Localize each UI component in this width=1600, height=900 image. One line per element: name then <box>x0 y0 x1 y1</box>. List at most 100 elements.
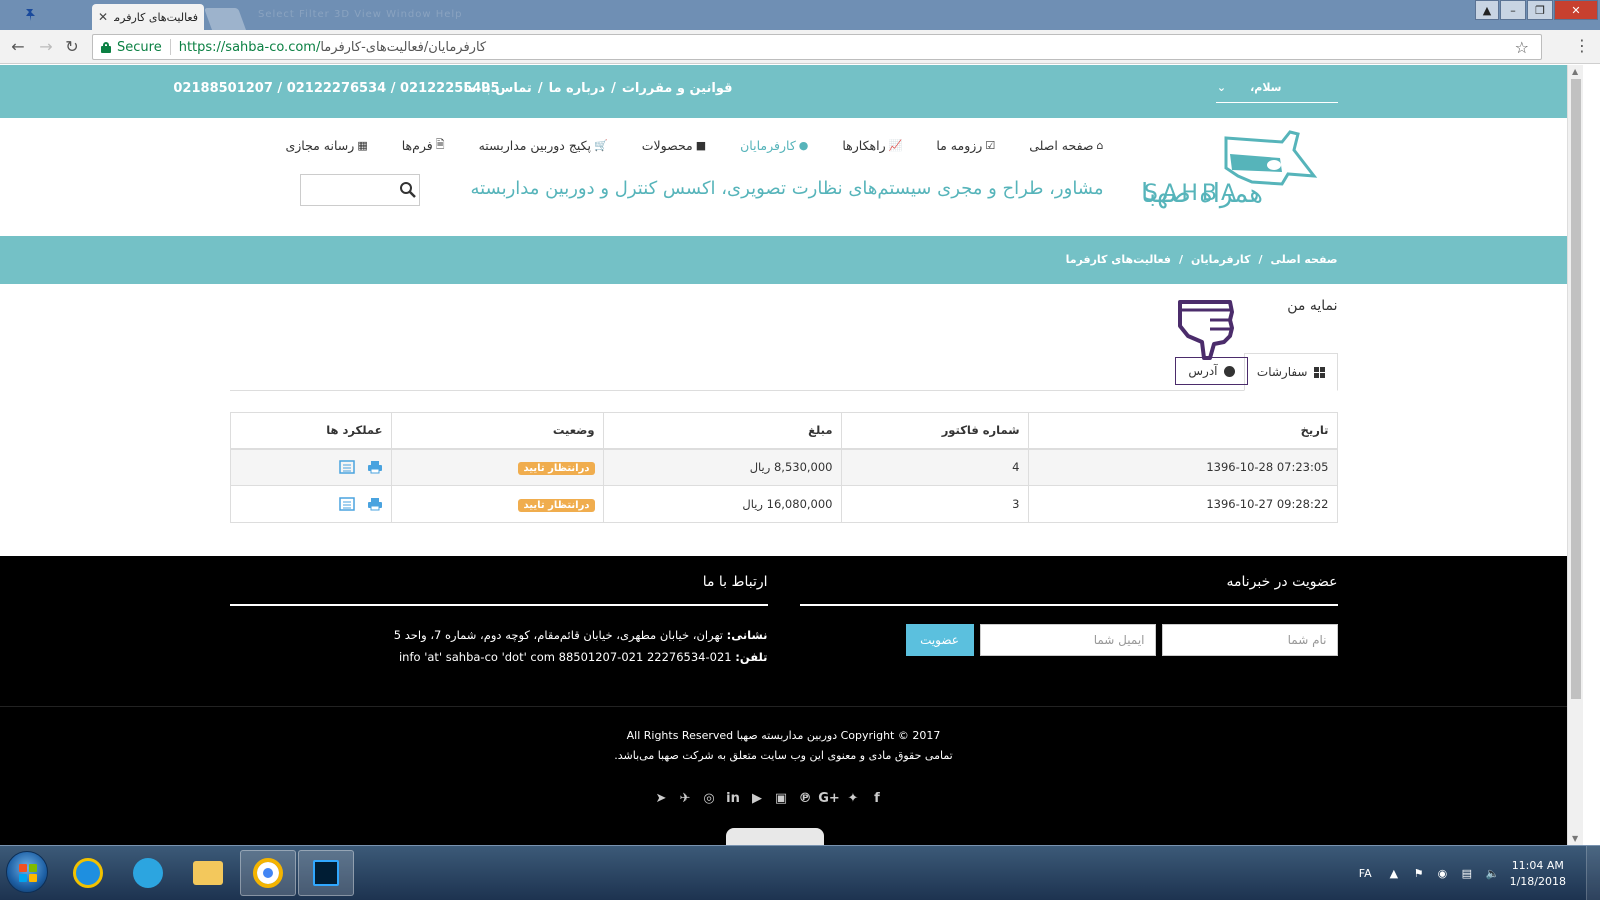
url-input[interactable]: Secure https://sahba-co.com/ کارفرمایان/… <box>92 34 1542 60</box>
address-text: تهران، خیابان مطهری، خیابان قائم‌مقام، ک… <box>393 628 727 642</box>
language-indicator[interactable]: FA <box>1359 867 1372 880</box>
col-amount: مبلغ <box>602 412 842 450</box>
breadcrumb-clients[interactable]: کارفرمایان <box>1191 253 1251 266</box>
antivirus-icon[interactable]: ◉ <box>1438 867 1452 881</box>
tab-orders[interactable]: سفارشات <box>1243 353 1338 391</box>
menu-kebab-icon[interactable]: ⋮ <box>1574 36 1590 55</box>
print-icon[interactable] <box>367 460 383 474</box>
facebook-icon[interactable]: f <box>868 789 886 807</box>
taskbar-ie[interactable] <box>60 850 116 896</box>
pinterest-icon[interactable]: ℗ <box>796 789 814 807</box>
nav-item-forms[interactable]: 🗎 فرم‌ها <box>402 136 445 155</box>
system-tray: FA ▲ ⚑ ◉ ▤ 🔈 11:04 AM 1/18/2018 <box>1359 846 1600 900</box>
grid-icon <box>1313 366 1325 378</box>
cell-status: درانتظار تایید <box>390 485 604 523</box>
nav-item-resume[interactable]: ☑ رزومه ما <box>936 136 995 155</box>
show-desktop-button[interactable] <box>1586 846 1600 900</box>
reload-icon[interactable]: ↻ <box>62 37 82 56</box>
profile-tabs: سفارشات آدرس <box>229 353 1338 391</box>
print-icon[interactable] <box>367 497 383 511</box>
social-links: ➤ ✈ ◎ in ▶ ▣ ℗ G+ ✦ f <box>652 789 886 807</box>
profile-icon[interactable]: ▲ <box>1475 0 1499 20</box>
newsletter-name-input[interactable]: نام شما <box>1161 624 1338 656</box>
search-icon[interactable] <box>397 179 419 201</box>
newsletter-email-input[interactable]: ایمیل شما <box>979 624 1156 656</box>
subscribe-button[interactable]: عضویت <box>905 624 974 656</box>
play-icon[interactable]: ▶ <box>748 789 766 807</box>
back-arrow-icon[interactable]: ← <box>8 37 28 56</box>
link-rules[interactable]: قوانین و مقررات <box>622 81 733 96</box>
link-about[interactable]: درباره ما <box>549 81 606 96</box>
invoice-list-icon[interactable] <box>338 497 355 511</box>
pointing-hand-icon <box>1177 300 1234 360</box>
check-square-icon: ☑ <box>985 139 996 152</box>
send-icon[interactable]: ➤ <box>652 789 670 807</box>
scroll-down-icon[interactable]: ▼ <box>1572 834 1578 843</box>
clock-time: 11:04 AM <box>1511 858 1564 872</box>
tab-close-icon[interactable]: ✕ <box>98 10 108 24</box>
taskbar-telegram[interactable] <box>120 850 176 896</box>
background-app-menu: Select Filter 3D View Window Help <box>258 9 463 20</box>
forward-arrow-icon[interactable]: → <box>36 37 56 56</box>
internet-explorer-icon <box>73 858 103 888</box>
nav-item-clients[interactable]: ● کارفرمایان <box>740 136 808 155</box>
sahba-logo[interactable]: SAHBA همراه صهبا <box>1142 124 1338 214</box>
cell-date: 1396-10-27 09:28:22 <box>1027 485 1338 523</box>
address-label: نشانی: <box>726 628 768 642</box>
minimize-button[interactable]: – <box>1500 0 1526 20</box>
chrome-icon <box>253 858 283 888</box>
invoice-list-icon[interactable] <box>338 460 355 474</box>
cell-invoice: 3 <box>840 485 1029 523</box>
network-icon[interactable]: ▤ <box>1462 867 1476 881</box>
new-tab-button[interactable] <box>203 8 247 30</box>
taskbar-photoshop[interactable] <box>298 850 354 896</box>
browser-tab[interactable]: فعالیت‌های کارفرما ✕ <box>92 4 204 30</box>
taskbar-chrome[interactable] <box>240 850 296 896</box>
phone-label: تلفن: <box>735 650 768 664</box>
status-badge: درانتظار تایید <box>518 498 595 512</box>
nav-item-media[interactable]: ▦ رسانه مجازی <box>285 136 367 155</box>
google-plus-icon[interactable]: G+ <box>818 789 840 807</box>
breadcrumb: صفحه اصلی / کارفرمایان / فعالیت‌های کارف… <box>1065 253 1338 266</box>
close-window-button[interactable]: ✕ <box>1554 0 1598 20</box>
windows-taskbar: FA ▲ ⚑ ◉ ▤ 🔈 11:04 AM 1/18/2018 <box>0 845 1600 900</box>
col-actions: عملکرد ها <box>229 412 392 450</box>
volume-icon[interactable]: 🔈 <box>1486 867 1500 881</box>
nav-item-solutions[interactable]: 📈 راهکارها <box>842 136 902 155</box>
restore-button[interactable]: ❐ <box>1527 0 1553 20</box>
taskbar-explorer[interactable] <box>180 850 236 896</box>
tray-arrow-icon[interactable]: ▲ <box>1390 867 1404 881</box>
chart-icon: 📈 <box>888 139 903 152</box>
nav-item-cctv-package[interactable]: 🛒 پکیج دوربین مداربسته <box>479 136 608 155</box>
breadcrumb-band: صفحه اصلی / کارفرمایان / فعالیت‌های کارف… <box>0 236 1567 284</box>
scroll-up-icon[interactable]: ▲ <box>1572 67 1578 76</box>
twitter-icon[interactable]: ✦ <box>844 789 862 807</box>
scrollbar-thumb[interactable] <box>1571 79 1581 699</box>
user-dropdown[interactable]: سلام، ⌄ <box>1215 81 1338 103</box>
windows-logo-icon <box>19 864 37 882</box>
flag-alert-icon[interactable]: ⚑ <box>1414 867 1428 881</box>
nav-item-products[interactable]: ■ محصولات <box>642 136 706 155</box>
nav-item-home[interactable]: ⌂ صفحه اصلی <box>1029 136 1103 155</box>
photoshop-icon <box>313 860 339 886</box>
tab-address[interactable]: آدرس <box>1175 357 1248 385</box>
instagram-icon[interactable]: ◎ <box>700 789 718 807</box>
youtube-icon[interactable]: ▣ <box>772 789 790 807</box>
linkedin-icon[interactable]: in <box>724 789 742 807</box>
browser-tab-title: فعالیت‌های کارفرما <box>114 10 198 24</box>
trust-badge[interactable] <box>726 828 824 845</box>
site-footer: عضویت در خبرنامه ارتباط با ما نام شما ای… <box>0 556 1567 706</box>
cart-icon: 🛒 <box>594 139 608 152</box>
telegram-icon[interactable]: ✈ <box>676 789 694 807</box>
bookmark-star-icon[interactable]: ☆ <box>1515 38 1529 57</box>
page-scrollbar[interactable]: ▲ ▼ <box>1567 65 1583 845</box>
address-bar-row: ← → ↻ Secure https://sahba-co.com/ کارفر… <box>0 30 1600 64</box>
breadcrumb-home[interactable]: صفحه اصلی <box>1271 253 1338 266</box>
search-input[interactable] <box>299 174 420 206</box>
clock[interactable]: 11:04 AM 1/18/2018 <box>1510 858 1566 890</box>
folder-icon <box>193 861 223 885</box>
start-button[interactable] <box>6 851 48 893</box>
home-icon: ⌂ <box>1096 139 1104 152</box>
site-header: SAHBA همراه صهبا ⌂ صفحه اصلی ☑ رزومه ما 📈 ر… <box>230 118 1338 236</box>
profile-section: نمایه من سفارشات آدرس تاریخ شماره فاکتور <box>229 284 1338 556</box>
